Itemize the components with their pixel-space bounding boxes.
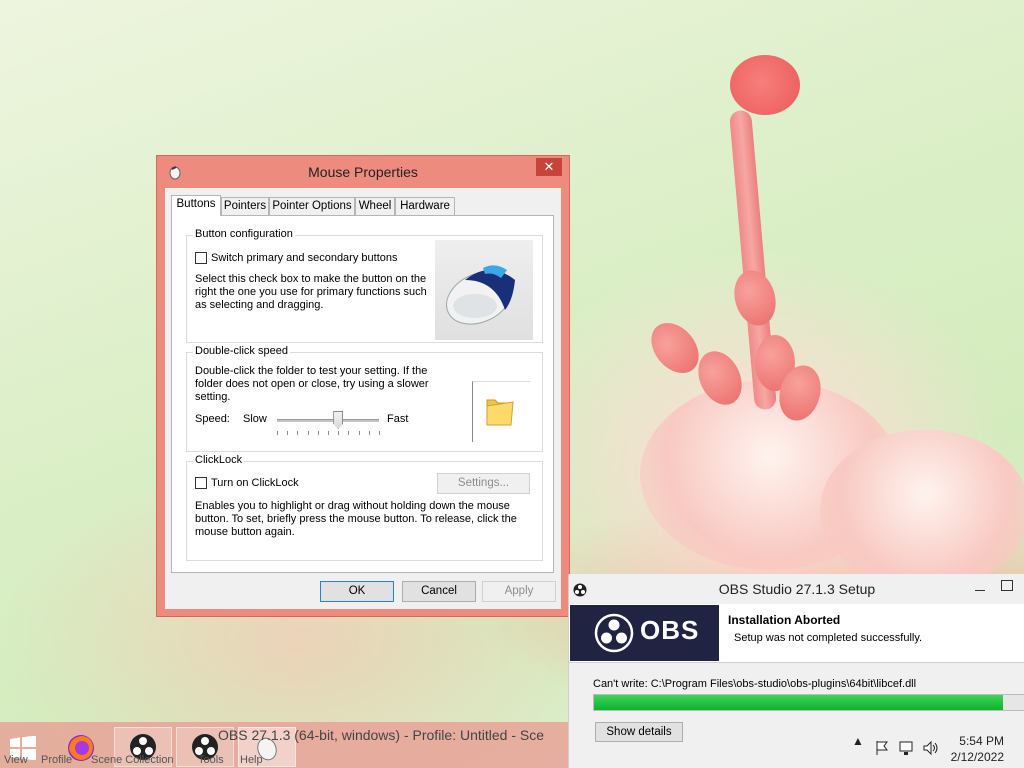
slider-tick	[297, 431, 299, 435]
show-hidden-icons-button[interactable]: ▲	[852, 734, 864, 748]
install-progress-fill	[594, 695, 1003, 710]
slider-tick	[307, 431, 309, 435]
group-label: Double-click speed	[193, 345, 290, 357]
test-folder-area[interactable]	[472, 381, 531, 442]
menu-fragment-tools: Tools	[198, 754, 224, 766]
fast-label: Fast	[387, 413, 409, 425]
clicklock-settings-button[interactable]: Settings...	[437, 473, 530, 494]
menu-fragment-scene-collection: Scene Collection	[91, 754, 174, 766]
tab-pointers[interactable]: Pointers	[221, 197, 269, 215]
obs-header-banner: OBS Installation Aborted Setup was not c…	[569, 604, 1024, 663]
slider-tick	[358, 431, 360, 435]
clicklock-group: ClickLock Turn on ClickLock Settings... …	[186, 454, 543, 561]
clicklock-label[interactable]: Turn on ClickLock	[211, 477, 299, 490]
apply-button[interactable]: Apply	[482, 581, 556, 602]
title-bar[interactable]: Mouse Properties ✕	[157, 156, 569, 188]
double-click-speed-slider-thumb[interactable]	[333, 411, 344, 429]
obs-logo-icon	[594, 613, 634, 653]
menu-fragment-view: View	[4, 754, 28, 766]
obs-logo-text: OBS	[640, 615, 700, 645]
double-click-speed-slider[interactable]	[277, 419, 379, 422]
speed-label: Speed:	[195, 413, 230, 425]
obs-title-bar[interactable]: OBS Studio 27.1.3 Setup	[569, 574, 1024, 604]
close-button[interactable]: ✕	[536, 158, 562, 176]
show-details-button[interactable]: Show details	[595, 722, 683, 742]
menu-fragment-profile: Profile	[41, 754, 73, 766]
obs-logo: OBS	[570, 605, 719, 661]
menu-fragment-help: Help	[240, 754, 263, 766]
wallpaper-stigma	[730, 55, 800, 115]
flag-icon[interactable]	[874, 740, 890, 756]
maximize-button[interactable]	[1001, 580, 1013, 591]
install-progress-bar	[593, 694, 1024, 711]
taskbar-clock[interactable]: 5:54 PM 2/12/2022	[951, 733, 1004, 765]
volume-icon[interactable]	[922, 740, 940, 756]
button-configuration-group: Button configuration Switch primary and …	[186, 228, 543, 343]
mouse-illustration	[435, 240, 533, 340]
slider-tick	[317, 431, 319, 435]
minimize-button[interactable]	[973, 580, 987, 594]
double-click-speed-group: Double-click speed Double-click the fold…	[186, 345, 543, 452]
tab-pointer-options[interactable]: Pointer Options	[269, 197, 355, 215]
group-label: ClickLock	[193, 454, 245, 466]
switch-buttons-checkbox[interactable]	[195, 252, 207, 264]
cancel-button[interactable]: Cancel	[402, 581, 476, 602]
install-status-subheading: Setup was not completed successfully.	[734, 632, 923, 644]
obs-window-title: OBS Studio 27.1.3 Setup	[718, 581, 876, 597]
clicklock-description: Enables you to highlight or drag without…	[195, 500, 517, 538]
tab-buttons[interactable]: Buttons	[171, 195, 221, 216]
slider-tick	[287, 431, 289, 435]
wallpaper-stamen	[728, 265, 782, 331]
slider-tick	[277, 431, 278, 435]
wallpaper-petal	[820, 430, 1024, 590]
buttons-tab-panel: Button configuration Switch primary and …	[171, 215, 554, 573]
background-window-title: OBS 27.1.3 (64-bit, windows) - Profile: …	[218, 727, 545, 743]
clock-time: 5:54 PM	[959, 734, 1004, 748]
slider-tick	[368, 431, 370, 435]
mouse-properties-window: Mouse Properties ✕ Buttons Pointers Poin…	[156, 155, 570, 617]
folder-icon	[486, 399, 514, 426]
button-config-description: Select this check box to make the button…	[195, 273, 427, 311]
group-label: Button configuration	[193, 228, 295, 240]
double-click-description: Double-click the folder to test your set…	[195, 365, 429, 403]
window-title: Mouse Properties	[308, 164, 418, 180]
ok-button[interactable]: OK	[320, 581, 394, 602]
switch-buttons-label[interactable]: Switch primary and secondary buttons	[211, 252, 397, 265]
clicklock-checkbox[interactable]	[195, 477, 207, 489]
clock-date: 2/12/2022	[950, 750, 1004, 764]
dialog-client-area: Buttons Pointers Pointer Options Wheel H…	[165, 188, 561, 609]
install-status-heading: Installation Aborted	[728, 613, 841, 627]
slider-tick	[348, 431, 350, 435]
install-error-message: Can't write: C:\Program Files\obs-studio…	[593, 678, 917, 690]
slider-tick	[379, 431, 380, 435]
network-icon[interactable]	[898, 740, 914, 756]
slider-tick	[338, 431, 340, 435]
slider-tick	[328, 431, 329, 435]
tab-wheel[interactable]: Wheel	[355, 197, 395, 215]
mouse-image-icon	[446, 265, 515, 325]
slow-label: Slow	[243, 413, 267, 425]
tab-hardware[interactable]: Hardware	[395, 197, 455, 215]
